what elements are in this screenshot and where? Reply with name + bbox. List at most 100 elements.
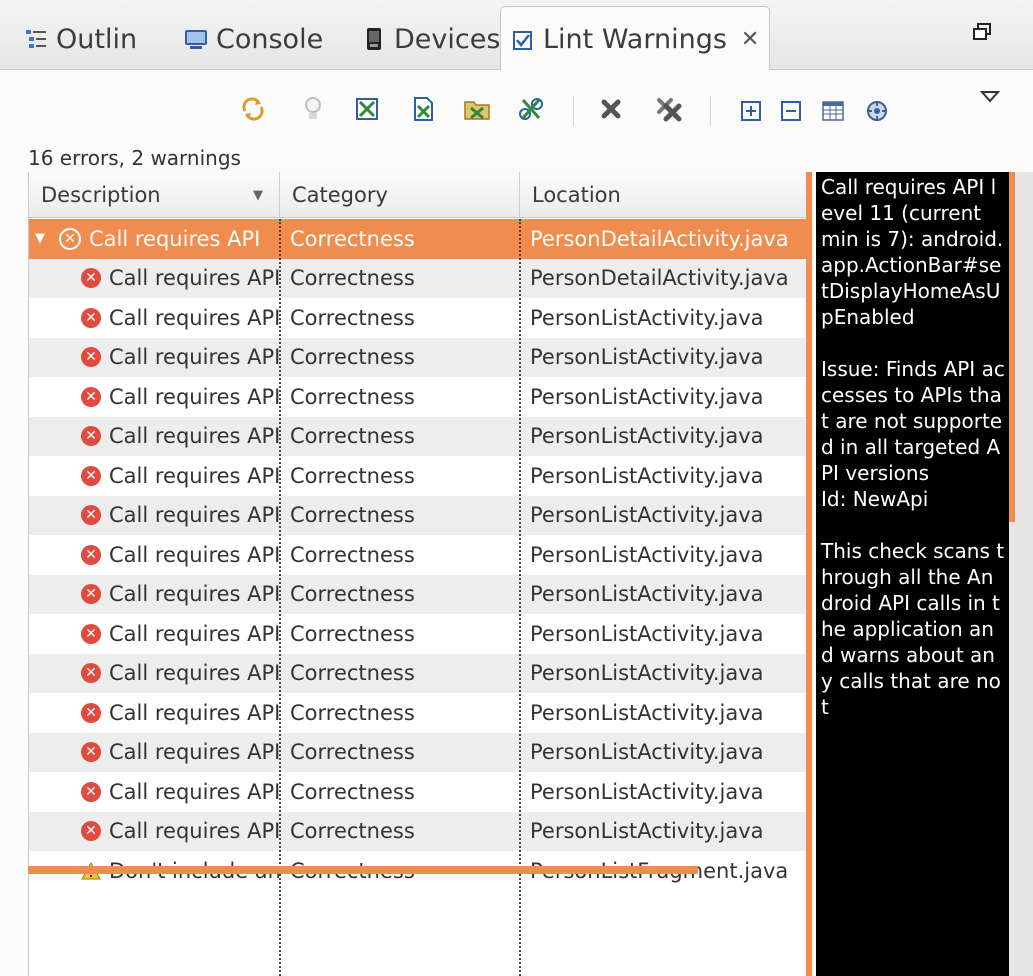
table-row[interactable]: ✕ Call requires API Correctness PersonListA… [29,693,806,733]
description-text: Call requires API [109,621,279,646]
table-row[interactable]: ✕ Call requires API Correctness PersonListA… [29,298,806,338]
table-body: ▼ ✕ Call requires API Correctness PersonDeta… [29,219,806,891]
category-cell: Correctness [290,463,415,488]
description-text: Call requires API [109,384,279,409]
remove-icon[interactable] [596,94,626,124]
description-cell: ✕ Call requires API [29,733,279,773]
description-cell: ✕ Call requires API [29,575,279,615]
lint-table: Description ▼ Category Location ▼ ✕ Call r… [28,172,806,976]
restore-view-icon[interactable] [973,22,991,47]
description-text: Call requires API [109,345,279,370]
table-row[interactable]: ✕ Call requires API Correctness PersonListA… [29,653,806,693]
options-icon[interactable] [862,96,892,126]
location-cell: PersonListActivity.java [530,779,764,804]
error-icon: ✕ [81,386,101,407]
tab-label: Devices [394,23,501,55]
category-cell: Correctness [290,345,415,370]
error-icon: ✕ [81,821,101,842]
description-text: Call requires API [109,779,279,804]
console-icon [184,27,208,51]
location-cell: PersonListActivity.java [530,345,764,370]
column-header-description[interactable]: Description ▼ [29,172,280,218]
error-icon: ✕ [81,663,101,684]
category-cell: Correctness [290,740,415,765]
error-icon: ✕ [81,742,101,763]
error-icon: ✕ [59,227,81,250]
location-cell: PersonListActivity.java [530,621,764,646]
description-text: Call requires API [109,582,279,607]
error-icon: ✕ [81,623,101,644]
location-cell: PersonListActivity.java [530,384,764,409]
tree-expander-icon[interactable]: ▼ [35,231,45,246]
tab-label: Outlin [56,23,138,55]
description-cell: ✕ Call requires API [29,496,279,536]
view-menu-icon[interactable] [975,82,1005,112]
category-cell: Correctness [290,661,415,686]
tab-devices[interactable]: Devices [362,8,500,70]
column-header-location[interactable]: Location [520,172,806,218]
category-cell: Correctness [290,582,415,607]
ignore-all-icon[interactable] [516,94,546,124]
remove-all-icon[interactable] [654,94,684,124]
location-cell: PersonListActivity.java [530,542,764,567]
toolbar-separator [573,96,574,126]
table-row[interactable]: ✕ Call requires API Correctness PersonListA… [29,574,806,615]
table-row[interactable]: ✕ Call requires API Correctness PersonListA… [29,495,806,536]
location-cell: PersonListActivity.java [530,661,764,686]
error-icon: ✕ [81,584,101,605]
error-icon: ✕ [81,781,101,802]
ignore-icon[interactable] [352,94,382,124]
pane-divider[interactable] [806,172,812,976]
table-row[interactable]: ✕ Call requires API Correctness PersonListA… [29,772,806,812]
table-row[interactable]: ✕ Call requires API Correctness PersonListA… [29,535,806,575]
horizontal-scrollbar-thumb[interactable] [28,866,698,874]
tab-outline[interactable]: Outlin [24,8,137,70]
error-icon: ✕ [81,426,101,447]
lightbulb-icon[interactable] [298,94,328,124]
column-label: Location [532,183,621,207]
view-tab-bar: Outlin Console Devices Lint Warnings ✕ [0,0,1033,72]
description-text: Call requires API [109,542,279,567]
refresh-icon[interactable] [238,94,268,124]
lint-warnings-view: 16 errors, 2 warnings Description ▼ Cate… [0,70,1033,976]
table-row[interactable]: ✕ Call requires API Correctness PersonListA… [29,337,806,377]
description-text: Call requires API [109,266,279,291]
description-text: Call requires API [109,740,279,765]
close-tab-icon[interactable]: ✕ [741,27,759,52]
description-cell: ✕ Call requires API [29,772,279,812]
description-cell: ✕ Call requires API [29,259,279,299]
columns-icon[interactable] [818,96,848,126]
location-cell: PersonListActivity.java [530,582,764,607]
table-row[interactable]: ✕ Call requires API Correctness PersonDetai… [29,258,806,299]
table-row[interactable]: ✕ Call requires API Correctness PersonListA… [29,614,806,654]
lint-summary: 16 errors, 2 warnings [28,146,241,170]
tab-console[interactable]: Console [184,8,323,70]
table-row[interactable]: ✕ Call requires API Correctness PersonListA… [29,456,806,496]
table-row[interactable]: ▼ ✕ Call requires API Correctness PersonDeta… [29,219,806,259]
expand-all-icon[interactable] [736,96,766,126]
issue-detail-pane: Call requires API level 11 (current min … [816,172,1009,976]
category-cell: Correctness [290,384,415,409]
ignore-file-icon[interactable] [408,94,438,124]
ignore-project-icon[interactable] [462,94,492,124]
detail-scrollbar-thumb[interactable] [1009,172,1015,522]
tab-lint-warnings[interactable]: Lint Warnings ✕ [500,6,771,72]
column-divider [519,219,521,976]
table-header: Description ▼ Category Location [29,172,806,218]
category-cell: Correctness [290,621,415,646]
description-cell: ✕ Call requires API [29,614,279,654]
column-header-category[interactable]: Category [280,172,520,218]
table-row[interactable]: ✕ Call requires API Correctness PersonListA… [29,732,806,773]
table-row[interactable]: ✕ Call requires API Correctness PersonListA… [29,416,806,456]
description-cell: ✕ Call requires API [29,377,279,417]
table-row[interactable]: ✕ Call requires API Correctness PersonListA… [29,811,806,852]
description-cell: ✕ Call requires API [29,298,279,338]
table-row[interactable]: ✕ Call requires API Correctness PersonListA… [29,377,806,417]
description-cell: ✕ Call requires API [29,812,279,852]
description-text: Call requires API [109,700,279,725]
error-icon: ✕ [81,268,101,289]
category-cell: Correctness [290,542,415,567]
outline-icon [24,27,48,51]
description-text: Call requires API [109,503,279,528]
collapse-all-icon[interactable] [776,96,806,126]
